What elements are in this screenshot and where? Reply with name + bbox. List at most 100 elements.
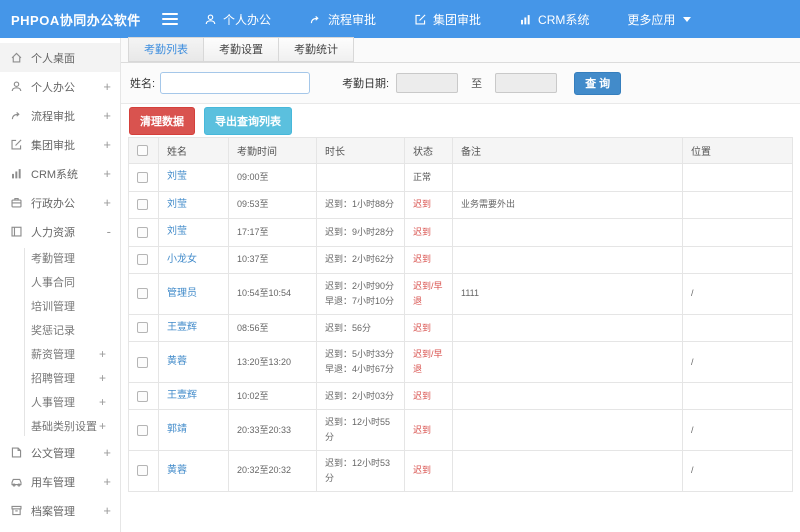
- row-checkbox[interactable]: [137, 465, 148, 477]
- employee-link[interactable]: 刘莹: [167, 199, 187, 210]
- name-cell: 刘莹: [158, 163, 229, 192]
- status-cell: 迟到: [404, 313, 453, 343]
- name-cell: 黄蓉: [158, 341, 229, 383]
- status-cell: 迟到: [404, 381, 453, 411]
- menu-toggle-icon[interactable]: [162, 13, 178, 25]
- sidebar-subitem-label: 基础类别设置: [31, 421, 97, 433]
- plus-icon: +: [103, 503, 111, 518]
- nav-item-crm-system[interactable]: CRM系统: [519, 11, 589, 28]
- status-badge: 迟到: [413, 322, 432, 333]
- date-from-input[interactable]: [396, 73, 459, 93]
- select-all-checkbox[interactable]: [137, 145, 148, 156]
- employee-link[interactable]: 小龙女: [167, 254, 197, 265]
- row-checkbox[interactable]: [137, 322, 148, 334]
- status-cell: 迟到: [404, 218, 453, 247]
- sidebar-subitem-personnel-management[interactable]: 人事管理 +: [0, 390, 120, 414]
- nav-item-workflow-approval[interactable]: 流程审批: [309, 11, 376, 28]
- employee-link[interactable]: 刘莹: [167, 171, 187, 182]
- employee-link[interactable]: 郭靖: [167, 424, 187, 435]
- workflow-icon: [309, 13, 322, 26]
- sidebar-subitem-attendance-management[interactable]: 考勤管理: [0, 246, 120, 270]
- note-cell: [452, 409, 683, 452]
- row-checkbox[interactable]: [137, 171, 148, 183]
- sidebar-item-personal-desktop[interactable]: 个人桌面: [0, 43, 120, 72]
- sidebar-item-workflow-approval[interactable]: 流程审批 +: [0, 101, 120, 130]
- minus-icon: -: [106, 224, 111, 239]
- table-row: 郭靖 20:33至20:33 迟到：12小时55分 迟到 /: [128, 409, 793, 452]
- sidebar-item-label: 行政办公: [31, 197, 75, 210]
- sidebar-item-archive-management[interactable]: 档案管理 +: [0, 496, 120, 525]
- table-body: 刘莹 09:00至 正常 刘莹 09:53至 迟到：1小时88分 迟到 业务需要外出 刘莹 17:…: [128, 163, 793, 492]
- location-cell: /: [682, 273, 793, 315]
- name-cell: 郭靖: [158, 409, 229, 452]
- location-cell: /: [682, 450, 793, 492]
- sidebar-item-label: 个人办公: [31, 81, 75, 94]
- location-cell: [682, 381, 793, 411]
- sidebar-subitem-recruit-management[interactable]: 招聘管理 +: [0, 366, 120, 390]
- row-checkbox[interactable]: [137, 254, 148, 266]
- nav-item-personal-office[interactable]: 个人办公: [204, 11, 271, 28]
- employee-link[interactable]: 王壹辉: [167, 322, 197, 333]
- sidebar-item-project-management[interactable]: 项目管理+: [0, 525, 120, 532]
- user-icon: [204, 13, 217, 26]
- note-cell: [452, 163, 683, 192]
- sidebar-item-document-management[interactable]: 公文管理 +: [0, 438, 120, 467]
- row-checkbox[interactable]: [137, 424, 148, 436]
- name-input[interactable]: [160, 72, 311, 94]
- tab-attendance-list[interactable]: 考勤列表: [128, 37, 204, 62]
- sidebar-item-crm-system[interactable]: CRM系统 +: [0, 159, 120, 188]
- sidebar-item-vehicle-management[interactable]: 用车管理 +: [0, 467, 120, 496]
- sidebar-subitem-reward-punishment[interactable]: 奖惩记录: [0, 318, 120, 342]
- time-cell: 17:17至: [228, 218, 317, 247]
- sidebar-item-personal-office[interactable]: 个人办公 +: [0, 72, 120, 101]
- plus-icon: +: [98, 347, 106, 361]
- sidebar-item-admin-office[interactable]: 行政办公 +: [0, 188, 120, 217]
- row-checkbox[interactable]: [137, 226, 148, 238]
- row-checkbox[interactable]: [137, 199, 148, 211]
- tab-attendance-stats[interactable]: 考勤统计: [278, 37, 354, 62]
- search-bar: 姓名: 考勤日期: 至 查 询: [121, 63, 800, 104]
- export-list-button[interactable]: 导出查询列表: [204, 106, 292, 135]
- location-cell: [682, 190, 793, 219]
- sidebar-subitem-personnel-contract[interactable]: 人事合同: [0, 270, 120, 294]
- row-checkbox[interactable]: [137, 356, 148, 368]
- sidebar-subitem-base-category-settings[interactable]: 基础类别设置 +: [0, 414, 120, 438]
- row-checkbox[interactable]: [137, 288, 148, 300]
- hr-icon: [10, 225, 24, 238]
- checkbox-cell: [128, 163, 159, 192]
- sidebar-item-human-resources[interactable]: 人力资源 -: [0, 217, 120, 246]
- sidebar-item-label: 流程审批: [31, 110, 75, 123]
- date-to-input[interactable]: [495, 73, 558, 93]
- sidebar-item-group-approval[interactable]: 集团审批 +: [0, 130, 120, 159]
- employee-link[interactable]: 黄蓉: [167, 465, 187, 476]
- nav-item-more-apps[interactable]: 更多应用: [627, 11, 692, 28]
- row-checkbox[interactable]: [137, 390, 148, 402]
- time-cell: 10:54至10:54: [228, 273, 317, 315]
- query-button[interactable]: 查 询: [574, 71, 622, 95]
- name-cell: 王壹辉: [158, 381, 229, 411]
- employee-link[interactable]: 刘莹: [167, 226, 187, 237]
- status-badge: 迟到: [413, 226, 432, 237]
- col-duration: 时长: [316, 137, 405, 164]
- nav-item-label: 更多应用: [627, 12, 676, 27]
- sidebar-subitem-salary-management[interactable]: 薪资管理 +: [0, 342, 120, 366]
- duration-cell: 迟到：9小时28分: [316, 218, 405, 247]
- checkbox-cell: [128, 218, 159, 247]
- sidebar-item-label: 档案管理: [31, 505, 75, 518]
- sidebar-subitem-training-management[interactable]: 培训管理: [0, 294, 120, 318]
- sidebar-subitem-label: 薪资管理: [31, 349, 75, 361]
- clean-data-button[interactable]: 清理数据: [129, 106, 195, 135]
- duration-cell: 迟到：12小时55分: [316, 409, 405, 452]
- nav-item-group-approval[interactable]: 集团审批: [414, 11, 481, 28]
- employee-link[interactable]: 黄蓉: [167, 356, 187, 367]
- tab-attendance-settings[interactable]: 考勤设置: [203, 37, 279, 62]
- name-cell: 黄蓉: [158, 450, 229, 492]
- plus-icon: +: [103, 195, 111, 210]
- employee-link[interactable]: 王壹辉: [167, 390, 197, 401]
- employee-link[interactable]: 管理员: [167, 288, 197, 299]
- briefcase-icon: [10, 196, 24, 209]
- status-cell: 迟到/早退: [404, 341, 453, 383]
- status-cell: 迟到: [404, 245, 453, 274]
- table-row: 刘莹 09:00至 正常: [128, 163, 793, 192]
- col-name: 姓名: [158, 137, 229, 164]
